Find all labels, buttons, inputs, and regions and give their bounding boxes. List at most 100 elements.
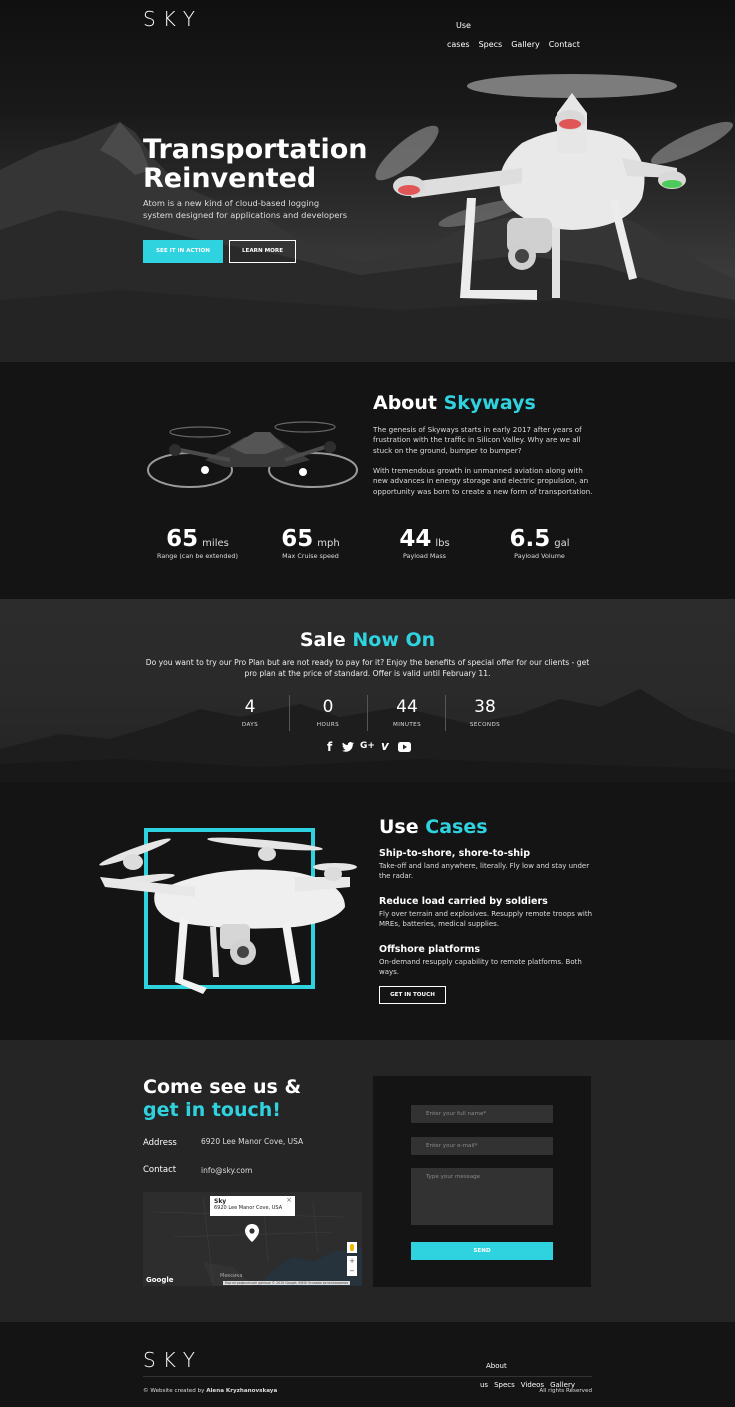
stat-payload-volume: 6.5 gal Payload Volume — [482, 526, 597, 560]
stat-unit: lbs — [435, 538, 450, 549]
use-case-text: Take-off and land anywhere, literally. F… — [379, 862, 590, 880]
contact-form: Enter your full name* Enter your e-mail*… — [373, 1076, 591, 1287]
hero-section: SKY Use cases Specs Gallery Contact Transpo… — [0, 0, 735, 362]
use-cases-title: Use Cases — [379, 816, 488, 838]
use-case-title: Offshore platforms — [379, 944, 481, 955]
use-cases-section: Use Cases Ship-to-shore, shore-to-ship T… — [0, 782, 735, 1040]
about-title-accent: Skyways — [443, 392, 536, 414]
contact-email[interactable]: info@sky.com — [201, 1166, 252, 1175]
stat-label: Payload Volume — [514, 552, 565, 560]
stat-label: Max Cruise speed — [282, 552, 339, 560]
countdown-value: 38 — [474, 697, 496, 717]
about-paragraph-2: With tremendous growth in unmanned aviat… — [373, 466, 593, 496]
logo[interactable]: SKY — [143, 7, 202, 31]
contact-title-line2: get in touch! — [143, 1099, 281, 1121]
stat-payload-mass: 44 lbs Payload Mass — [367, 526, 482, 560]
about-paragraph-1: The genesis of Skyways starts in early 2… — [373, 425, 582, 455]
hero-title: Transportation Reinvented — [143, 135, 368, 193]
youtube-icon[interactable] — [398, 742, 411, 752]
countdown-label: DAYS — [241, 722, 259, 728]
countdown-label: MINUTES — [392, 722, 422, 728]
zoom-in-button[interactable]: + — [347, 1256, 357, 1266]
map-country-label: Мексика — [220, 1273, 243, 1279]
footer-credit-name[interactable]: Alena Kryzhanovskaya — [206, 1388, 277, 1394]
countdown-seconds: 38 SECONDS — [445, 697, 525, 728]
address-value: 6920 Lee Manor Cove, USA — [201, 1137, 304, 1146]
sale-text: Do you want to try our Pro Plan but are … — [145, 658, 590, 678]
zoom-out-button[interactable]: − — [347, 1266, 357, 1276]
footer: SKY About us Specs Videos Gallery © Website… — [0, 1322, 735, 1407]
sale-title-plain: Sale — [299, 629, 346, 651]
footer-rights: All rights Reserved — [539, 1388, 592, 1394]
sale-section: Sale Now On Do you want to try our Pro P… — [0, 599, 735, 782]
hero-subtitle: Atom is a new kind of cloud-based loggin… — [143, 198, 348, 220]
footer-credit: © Website created by Alena Kryzhanovskay… — [143, 1388, 277, 1394]
map[interactable]: Sky 6920 Lee Manor Cove, USA × + − Googl… — [143, 1192, 362, 1286]
name-input[interactable]: Enter your full name* — [411, 1105, 553, 1123]
contact-label: Contact — [143, 1165, 177, 1175]
email-input[interactable]: Enter your e-mail* — [411, 1137, 553, 1155]
countdown-value: 4 — [244, 697, 256, 717]
main-nav: Use cases Specs Gallery Contact — [447, 13, 597, 51]
stat-value: 65 — [166, 526, 199, 552]
vimeo-icon[interactable]: v — [381, 739, 389, 753]
stat-label: Payload Mass — [402, 552, 447, 560]
countdown-label: SECONDS — [469, 722, 501, 728]
stat-range: 65 miles Range (can be extended) — [140, 526, 255, 560]
about-title: About Skyways — [373, 392, 536, 414]
use-case-item: Ship-to-shore, shore-to-ship Take-off an… — [379, 848, 594, 881]
drone-image — [375, 74, 734, 300]
footer-divider — [143, 1376, 592, 1377]
countdown-label: HOURS — [316, 722, 340, 728]
map-attribution: Картографические данные © 2019 Google, I… — [223, 1281, 351, 1285]
hero-title-line2: Reinvented — [143, 163, 317, 194]
address-label: Address — [143, 1138, 177, 1148]
send-button[interactable]: SEND — [411, 1242, 553, 1260]
use-case-text: On-demand resupply capability to remote … — [379, 958, 582, 976]
map-popup-address: 6920 Lee Manor Cove, USA — [214, 1205, 283, 1211]
see-it-in-action-button[interactable]: SEE IT IN ACTION — [143, 240, 223, 263]
hero-title-line1: Transportation — [143, 134, 368, 165]
stat-label: Range (can be extended) — [157, 552, 238, 560]
social-icons: f G+ v — [324, 739, 414, 754]
nav-use-cases[interactable]: Use cases — [447, 21, 471, 49]
dark-drone-image — [147, 421, 358, 488]
nav-specs[interactable]: Specs — [479, 40, 503, 49]
footer-credit-prefix: © Website created by — [143, 1388, 205, 1394]
stat-value: 44 — [399, 526, 432, 552]
footer-logo[interactable]: SKY — [143, 1348, 202, 1372]
close-icon[interactable]: × — [286, 1196, 292, 1204]
countdown-hours: 0 HOURS — [288, 697, 368, 728]
map-popup: Sky 6920 Lee Manor Cove, USA × — [210, 1196, 295, 1216]
google-logo: Google — [146, 1276, 174, 1284]
contact-section: Come see us & get in touch! Address 6920… — [0, 1040, 735, 1322]
sale-mountain-background — [0, 689, 735, 782]
white-drone-image — [99, 837, 357, 994]
stat-unit: gal — [554, 538, 570, 549]
nav-contact[interactable]: Contact — [549, 40, 580, 49]
sale-title: Sale Now On — [0, 629, 735, 651]
use-cases-title-accent: Cases — [425, 816, 488, 838]
map-pin-icon[interactable] — [245, 1224, 259, 1242]
google-plus-icon[interactable]: G+ — [360, 741, 375, 751]
footer-nav: About us Specs Videos Gallery — [480, 1353, 595, 1391]
about-title-plain: About — [373, 392, 437, 414]
stat-speed: 65 mph Max Cruise speed — [253, 526, 368, 560]
use-cases-title-plain: Use — [379, 816, 419, 838]
map-popup-title: Sky — [214, 1198, 227, 1205]
contact-title-line1: Come see us & — [143, 1076, 302, 1098]
twitter-icon[interactable] — [342, 742, 354, 752]
message-textarea[interactable]: Type your message — [411, 1168, 553, 1225]
use-case-item: Reduce load carried by soldiers Fly over… — [379, 896, 594, 929]
countdown-value: 44 — [396, 697, 418, 717]
get-in-touch-button[interactable]: GET IN TOUCH — [379, 986, 446, 1004]
sale-title-accent: Now On — [352, 629, 436, 651]
about-section: About Skyways The genesis of Skyways sta… — [0, 362, 735, 599]
use-case-text: Fly over terrain and explosives. Resuppl… — [379, 910, 593, 928]
stat-value: 65 — [281, 526, 314, 552]
stat-unit: mph — [317, 538, 340, 549]
nav-gallery[interactable]: Gallery — [511, 40, 540, 49]
learn-more-button[interactable]: LEARN MORE — [229, 240, 296, 263]
street-view-icon[interactable] — [347, 1242, 357, 1253]
facebook-icon[interactable]: f — [327, 740, 332, 754]
